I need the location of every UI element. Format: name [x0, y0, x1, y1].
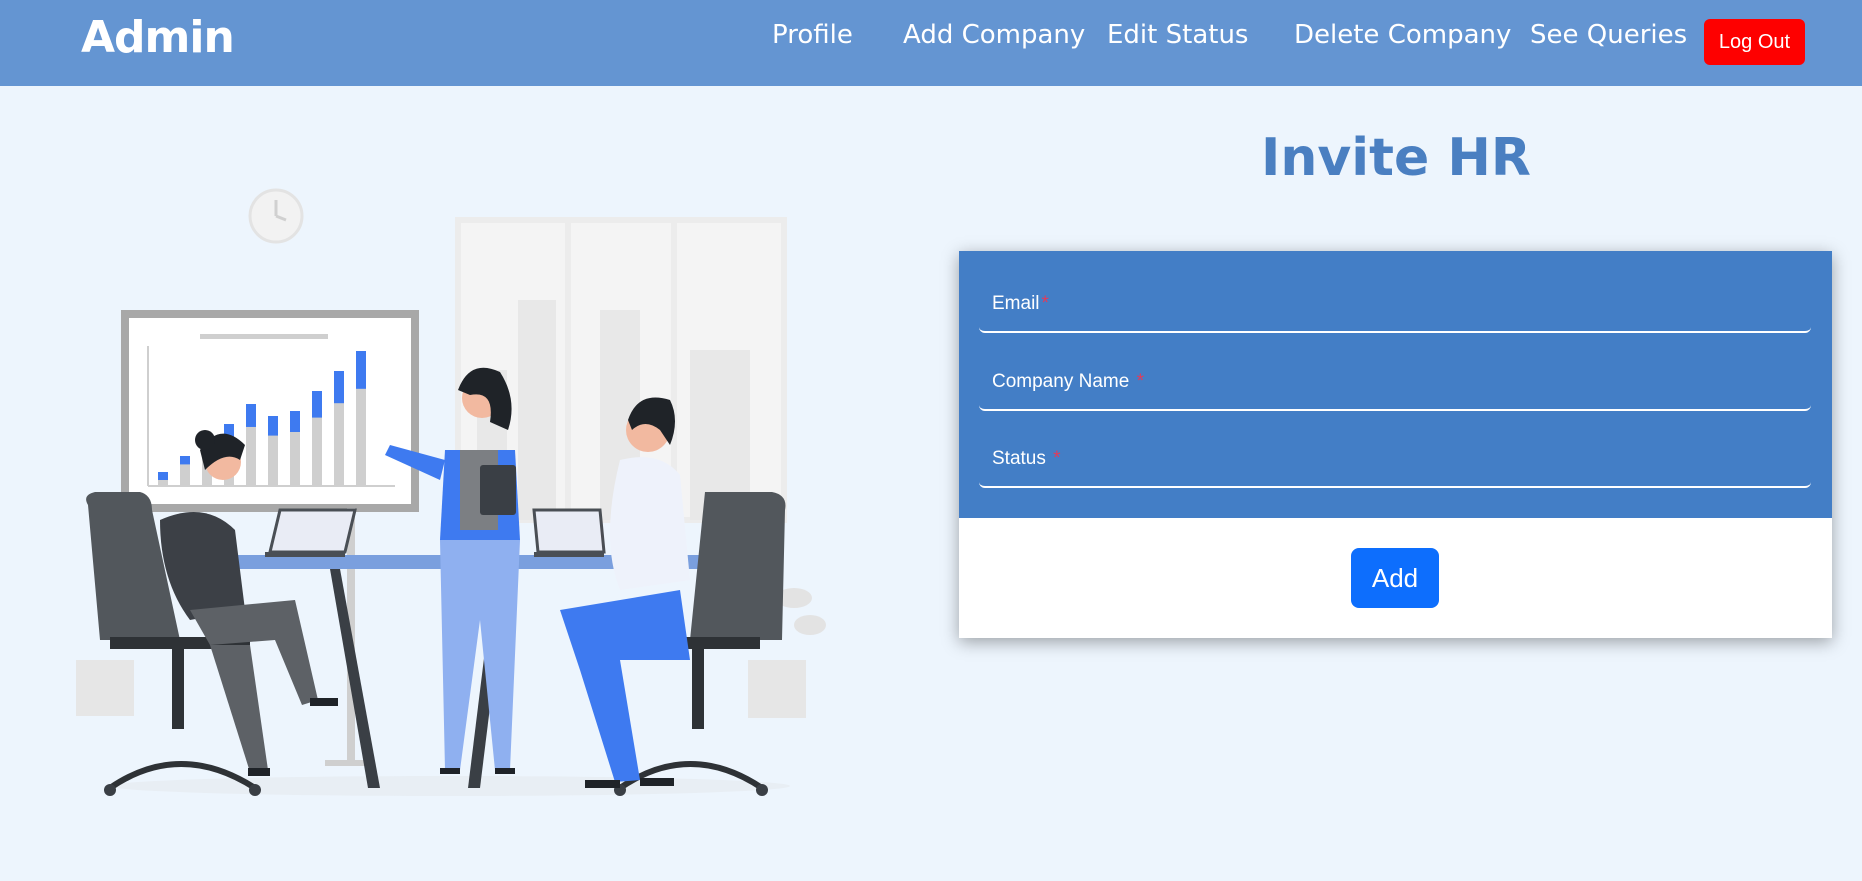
board-bar-highlight: [268, 416, 278, 436]
top-navbar: Admin Profile Add Company Edit Status De…: [0, 0, 1862, 86]
company-name-input[interactable]: [979, 351, 1815, 411]
board-bar-highlight: [334, 371, 344, 404]
email-field[interactable]: Email *: [979, 273, 1815, 333]
invite-hr-form: Email * Company Name * Status * Add: [959, 251, 1832, 638]
clock-icon: [248, 188, 304, 244]
laptop-icon: [265, 508, 606, 557]
board-bar-highlight: [312, 391, 322, 418]
board-bar-highlight: [290, 411, 300, 432]
nav-profile[interactable]: Profile: [772, 20, 853, 50]
nav-links: Profile Add Company Edit Status Delete C…: [0, 20, 1862, 60]
nav-add-company[interactable]: Add Company: [903, 20, 1085, 50]
email-input[interactable]: [979, 273, 1815, 333]
logout-button[interactable]: Log Out: [1704, 19, 1805, 65]
form-fields-panel: Email * Company Name * Status *: [959, 251, 1832, 518]
board-bar-highlight: [246, 404, 256, 427]
nav-delete-company[interactable]: Delete Company: [1294, 20, 1511, 50]
nav-see-queries[interactable]: See Queries: [1530, 20, 1687, 50]
add-button[interactable]: Add: [1351, 548, 1439, 608]
meeting-illustration: [76, 188, 826, 796]
board-bar-highlight: [158, 472, 168, 480]
nav-edit-status[interactable]: Edit Status: [1107, 20, 1248, 50]
status-field[interactable]: Status *: [979, 428, 1815, 488]
status-input[interactable]: [979, 428, 1815, 488]
board-bar-highlight: [180, 456, 190, 465]
board-bar-highlight: [356, 351, 366, 389]
page-title: Invite HR: [1261, 128, 1531, 188]
company-name-field[interactable]: Company Name *: [979, 351, 1815, 411]
